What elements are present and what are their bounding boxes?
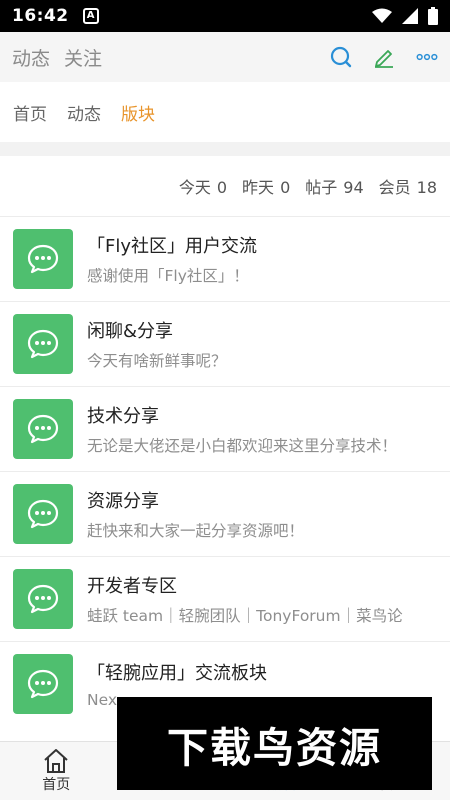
watermark-banner: 下载鸟资源 — [117, 697, 432, 790]
list-item[interactable]: 技术分享 无论是大佬还是小白都欢迎来这里分享技术！ — [0, 386, 450, 471]
chat-bubble-icon — [13, 484, 73, 544]
forum-title: 「Fly社区」用户交流 — [87, 236, 258, 257]
home-icon — [42, 748, 70, 774]
tab-dynamic[interactable]: 动态 — [12, 44, 50, 71]
notification-badge-icon: A — [82, 8, 99, 24]
section-divider — [0, 142, 450, 156]
list-item[interactable]: 开发者专区 蛙跃 team｜轻腕团队｜TonyForum｜菜鸟论 — [0, 556, 450, 641]
forum-description: 赶快来和大家一起分享资源吧！ — [87, 522, 305, 540]
forum-title: 技术分享 — [87, 406, 159, 427]
status-time: 16:42 — [12, 6, 69, 26]
subtab-boards[interactable]: 版块 — [121, 100, 155, 125]
stat-posts: 帖子 94 — [305, 178, 364, 197]
stat-today: 今天 0 — [178, 178, 228, 197]
chat-bubble-icon — [13, 229, 73, 289]
forum-description: 今天有啥新鲜事呢？ — [87, 352, 227, 370]
forum-description: 感谢使用「Fly社区」！ — [87, 267, 249, 285]
subtab-home[interactable]: 首页 — [13, 100, 47, 125]
tab-following[interactable]: 关注 — [64, 44, 102, 71]
list-item[interactable]: 资源分享 赶快来和大家一起分享资源吧！ — [0, 471, 450, 556]
list-item[interactable]: 闲聊&分享 今天有啥新鲜事呢？ — [0, 301, 450, 386]
forum-title: 「轻腕应用」交流板块 — [87, 663, 267, 684]
forum-description: 蛙跃 team｜轻腕团队｜TonyForum｜菜鸟论 — [87, 607, 403, 625]
sub-tabs: 首页 动态 版块 — [0, 82, 450, 142]
stat-members: 会员 18 — [378, 178, 437, 197]
chat-bubble-icon — [13, 314, 73, 374]
forum-title: 闲聊&分享 — [87, 321, 174, 342]
forum-description: 无论是大佬还是小白都欢迎来这里分享技术！ — [87, 437, 398, 455]
watermark-text: 下载鸟资源 — [167, 723, 382, 772]
chat-bubble-icon — [13, 399, 73, 459]
forum-title: 开发者专区 — [87, 576, 177, 597]
wifi-icon — [372, 8, 392, 23]
header-actions — [309, 46, 438, 68]
list-item[interactable]: 「Fly社区」用户交流 感谢使用「Fly社区」！ — [0, 216, 450, 301]
forum-title: 资源分享 — [87, 491, 159, 512]
chat-bubble-icon — [13, 569, 73, 629]
search-icon[interactable] — [330, 46, 352, 68]
stat-yesterday: 昨天 0 — [242, 178, 291, 197]
status-indicators — [372, 7, 438, 25]
cell-signal-icon — [402, 8, 418, 24]
edit-icon[interactable] — [373, 46, 395, 68]
subtab-dynamic[interactable]: 动态 — [67, 100, 101, 125]
nav-label: 首页 — [42, 777, 71, 793]
forum-list: 「Fly社区」用户交流 感谢使用「Fly社区」！ 闲聊&分享 今天有啥新鲜事呢？… — [0, 216, 450, 726]
more-icon[interactable] — [416, 46, 438, 68]
chat-bubble-icon — [13, 654, 73, 714]
nav-home[interactable]: 首页 — [0, 742, 113, 800]
stats-bar: 今天 0 昨天 0 帖子 94 会员 18 — [0, 156, 450, 216]
battery-icon — [428, 7, 438, 25]
status-bar: 16:42 A — [0, 0, 450, 32]
top-header: 动态 关注 — [0, 32, 450, 82]
